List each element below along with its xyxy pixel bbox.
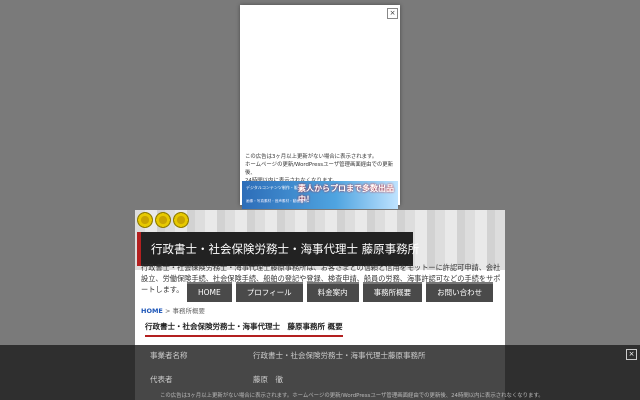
ad-banner-sub: 画像・写真素材・音声素材・動画素材 bbox=[246, 199, 308, 203]
site-title[interactable]: 行政書士・社会保険労務士・海事代理士 藤原事務所 bbox=[137, 232, 419, 266]
nav-home[interactable]: HOME bbox=[187, 282, 232, 302]
overlay-note: この広告は3ヶ月以上更新がない場合に表示されます。ホームページの更新/WordP… bbox=[160, 393, 544, 399]
breadcrumb-home[interactable]: HOME bbox=[141, 307, 163, 315]
ad-banner-headline: 素人からプロまで多数出品中！ bbox=[298, 184, 394, 204]
ad-popup: × この広告は3ヶ月以上更新がない場合に表示されます。 ホームページの更新/Wo… bbox=[240, 5, 400, 209]
nav-fees[interactable]: 料金案内 bbox=[306, 282, 359, 302]
emblem-icon bbox=[137, 212, 153, 228]
main-nav: HOME プロフィール 料金案内 事務所概要 お問い合わせ bbox=[187, 282, 494, 302]
close-icon[interactable]: × bbox=[626, 349, 637, 360]
page: 行政書士・社会保険労務士・海事代理士 藤原事務所 行政書士・社会保険労務士・海事… bbox=[0, 0, 640, 400]
breadcrumb-separator: > bbox=[164, 307, 171, 315]
bottom-overlay: × 事業者名称 行政書士・社会保険労務士・海事代理士藤原事務所 代表者 藤原 徹… bbox=[0, 345, 640, 400]
row-value: 藤原 徹 bbox=[253, 375, 283, 384]
ad-note-line: この広告は3ヶ月以上更新がない場合に表示されます。 bbox=[245, 154, 378, 160]
ad-banner-small: デジタルコンテンツ制作・販売 bbox=[246, 185, 302, 190]
row-label: 事業者名称 bbox=[150, 351, 188, 360]
breadcrumb-current: 事務所概要 bbox=[172, 307, 205, 315]
breadcrumb: HOME > 事務所概要 bbox=[141, 305, 205, 315]
ad-note-line: ホームページの更新/WordPressユーザ管理画面経由での更新後、 bbox=[245, 162, 394, 176]
section-title: 行政書士・社会保険労務士・海事代理士 藤原事務所 概要 bbox=[145, 321, 343, 337]
nav-profile[interactable]: プロフィール bbox=[235, 282, 303, 302]
emblem-icon bbox=[173, 212, 189, 228]
row-value: 行政書士・社会保険労務士・海事代理士藤原事務所 bbox=[253, 351, 426, 360]
emblem-icon bbox=[155, 212, 171, 228]
ad-banner[interactable]: デジタルコンテンツ制作・販売 素人からプロまで多数出品中！ 画像・写真素材・音声… bbox=[242, 181, 398, 209]
row-label: 代表者 bbox=[150, 375, 173, 384]
nav-contact[interactable]: お問い合わせ bbox=[426, 282, 494, 302]
close-icon[interactable]: × bbox=[387, 8, 398, 19]
nav-office[interactable]: 事務所概要 bbox=[362, 282, 423, 302]
